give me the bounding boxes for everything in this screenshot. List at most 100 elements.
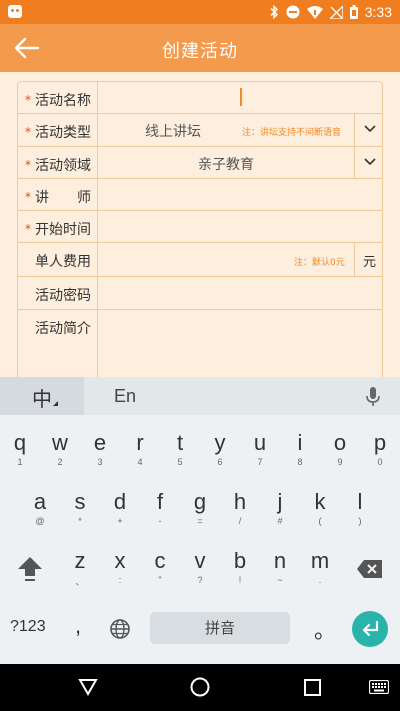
activity-type-value: 线上讲坛	[145, 124, 201, 140]
key-e[interactable]: e3	[80, 426, 120, 482]
start-time-row[interactable]: * 开始时间	[18, 211, 382, 243]
key-h[interactable]: h /	[220, 485, 260, 541]
key-s[interactable]: s *	[60, 485, 100, 541]
activity-field-row[interactable]: * 活动领域 亲子教育	[18, 147, 382, 179]
activity-intro-label: 活动简介	[35, 321, 91, 337]
key-o[interactable]: o9	[320, 426, 360, 482]
activity-name-row[interactable]: * 活动名称	[18, 82, 382, 114]
key-l[interactable]: l)	[340, 485, 380, 541]
backspace-icon	[357, 560, 382, 578]
system-navigation-bar	[0, 664, 400, 711]
key-a[interactable]: a @	[20, 485, 60, 541]
wifi-icon	[306, 5, 323, 19]
activity-field-label: 活动领域	[35, 158, 91, 174]
key-c[interactable]: c "	[140, 544, 180, 600]
key-j[interactable]: j #	[260, 485, 300, 541]
activity-type-note: 注：讲坛支持不间断语音	[242, 128, 342, 138]
activity-field-label-cell: * 活动领域	[18, 147, 98, 178]
key-r[interactable]: r4	[120, 426, 160, 482]
enter-key[interactable]	[352, 611, 388, 647]
fee-note: 注：默认0元	[294, 258, 345, 268]
activity-intro-row[interactable]: 活动简介	[18, 310, 382, 380]
nav-recent-apps-icon[interactable]	[304, 679, 321, 696]
chevron-down-icon	[364, 158, 376, 166]
start-time-label-cell: * 开始时间	[18, 211, 98, 242]
activity-type-label-cell: * 活动类型	[18, 114, 98, 146]
nav-home-icon[interactable]	[189, 676, 211, 698]
english-mode-key[interactable]: En	[114, 386, 136, 407]
lecturer-row[interactable]: * 讲师	[18, 179, 382, 211]
intro-label-cell: 活动简介	[18, 310, 98, 380]
key-u[interactable]: u7	[240, 426, 280, 482]
shift-arrow-icon	[18, 557, 42, 581]
key-b[interactable]: b!	[220, 544, 260, 600]
activity-password-row[interactable]: 活动密码	[18, 277, 382, 310]
create-activity-form: * 活动名称 * 活动类型 线上讲坛 注：讲坛支持不间断语音 * 活动领域 亲子…	[17, 81, 383, 381]
key-x[interactable]: x:	[100, 544, 140, 600]
key-d[interactable]: d +	[100, 485, 140, 541]
key-z[interactable]: z、	[60, 544, 100, 600]
activity-type-row[interactable]: * 活动类型 线上讲坛 注：讲坛支持不间断语音	[18, 114, 382, 147]
fee-per-person-row[interactable]: 单人费用 注：默认0元 元	[18, 243, 382, 277]
key-g[interactable]: g =	[180, 485, 220, 541]
key-secondary: 5	[177, 457, 183, 467]
fee-per-person-label: 单人费用	[35, 254, 91, 270]
key-n[interactable]: n ~	[260, 544, 300, 600]
do-not-disturb-icon	[286, 5, 300, 19]
space-key[interactable]: 拼音	[150, 612, 290, 644]
language-switch-key[interactable]	[109, 618, 131, 640]
symbols-key[interactable]: ?123	[10, 618, 46, 636]
key-secondary: .	[318, 575, 322, 585]
chinese-mode-key[interactable]: 中	[0, 377, 84, 415]
fee-unit: 元	[362, 255, 376, 270]
key-secondary: -	[158, 516, 162, 526]
activity-type-dropdown[interactable]	[354, 114, 382, 146]
key-k[interactable]: k(	[300, 485, 340, 541]
backspace-key[interactable]	[355, 557, 385, 581]
key-letter: f	[156, 489, 164, 514]
nav-back-icon[interactable]	[78, 677, 98, 697]
key-secondary: 4	[137, 457, 143, 467]
required-mark: *	[25, 125, 31, 139]
key-letter: d	[113, 489, 127, 514]
keyboard-switch-icon[interactable]	[369, 680, 389, 694]
lecturer-label: 讲师	[35, 190, 119, 206]
key-letter: z	[74, 548, 86, 573]
activity-password-label: 活动密码	[35, 288, 91, 304]
microphone-icon[interactable]	[366, 387, 380, 407]
key-m[interactable]: m.	[300, 544, 340, 600]
required-mark: *	[25, 222, 31, 236]
bluetooth-icon	[270, 5, 278, 19]
key-secondary: 7	[257, 457, 263, 467]
comma-key[interactable]: ,	[75, 613, 81, 639]
key-secondary: +	[117, 516, 123, 526]
key-letter: t	[176, 430, 184, 455]
globe-icon	[110, 619, 130, 639]
key-letter: w	[52, 430, 68, 455]
enter-arrow-icon	[362, 620, 379, 637]
key-y[interactable]: y6	[200, 426, 240, 482]
key-q[interactable]: q1	[0, 426, 40, 482]
key-i[interactable]: i8	[280, 426, 320, 482]
key-letter: l	[357, 489, 363, 514]
period-key[interactable]: 。	[314, 613, 336, 645]
key-letter: p	[373, 430, 387, 455]
key-p[interactable]: p0	[360, 426, 400, 482]
activity-name-label: 活动名称	[35, 93, 91, 109]
app-bar: 创建活动	[0, 24, 400, 72]
key-letter: s	[74, 489, 86, 514]
status-icons: 3:33	[269, 0, 392, 24]
shift-key[interactable]	[14, 553, 46, 585]
key-secondary: 8	[297, 457, 303, 467]
key-v[interactable]: v?	[180, 544, 220, 600]
key-w[interactable]: w2	[40, 426, 80, 482]
key-letter: e	[93, 430, 107, 455]
key-secondary: *	[78, 516, 82, 526]
fee-label-cell: 单人费用	[18, 243, 98, 276]
required-mark: *	[25, 93, 31, 107]
key-t[interactable]: t5	[160, 426, 200, 482]
key-f[interactable]: f-	[140, 485, 180, 541]
key-letter: x	[114, 548, 126, 573]
page-title: 创建活动	[162, 41, 238, 62]
activity-field-dropdown[interactable]	[354, 147, 382, 178]
